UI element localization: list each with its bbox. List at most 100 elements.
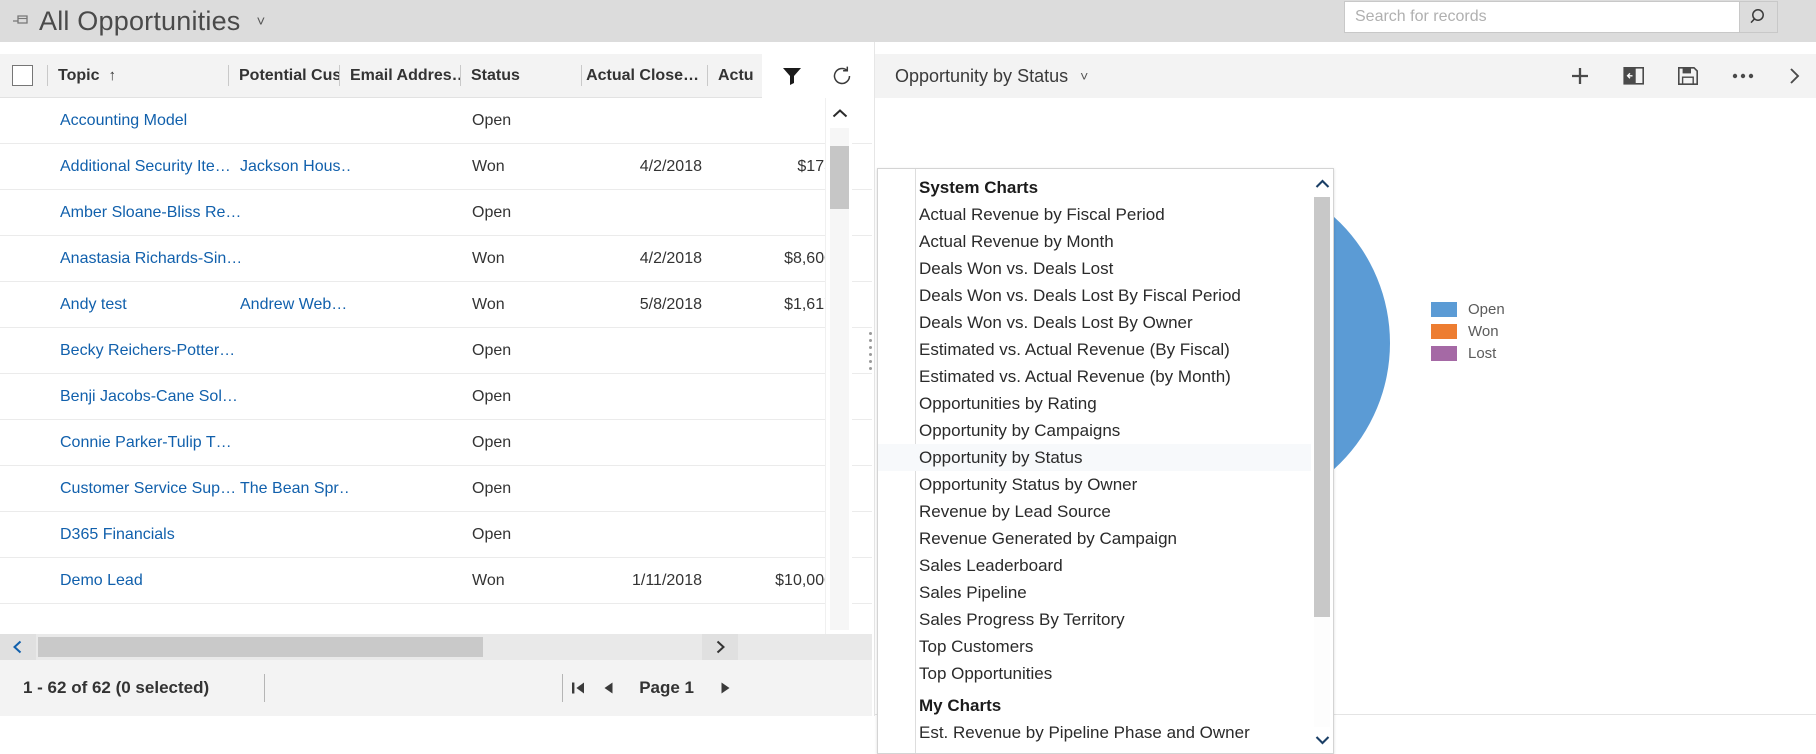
- expand-pane-button[interactable]: [1623, 66, 1645, 86]
- cell-potential-customer[interactable]: Jackson Hous…: [240, 144, 351, 190]
- dropdown-item-opportunity-by-status[interactable]: Opportunity by Status: [878, 444, 1313, 471]
- dropdown-item-deals-won-vs-deals-lost-by-fiscal-period[interactable]: Deals Won vs. Deals Lost By Fiscal Perio…: [878, 282, 1313, 309]
- dropdown-item-sales-pipeline[interactable]: Sales Pipeline: [878, 579, 1313, 606]
- cell-topic[interactable]: Additional Security Ite…: [47, 144, 240, 190]
- table-row[interactable]: Anastasia Richards-Sin… Won 4/2/2018 $8,600: [0, 236, 872, 282]
- dropdown-item-top-opportunities[interactable]: Top Opportunities: [878, 660, 1313, 687]
- scroll-thumb[interactable]: [830, 146, 849, 209]
- cell-potential-customer[interactable]: The Bean Spr…: [240, 466, 351, 512]
- dropdown-item-revenue-by-lead-source[interactable]: Revenue by Lead Source: [878, 498, 1313, 525]
- dropdown-scroll-thumb[interactable]: [1314, 197, 1330, 617]
- cell-topic[interactable]: Customer Service Sup…: [47, 466, 240, 512]
- search-input[interactable]: [1344, 1, 1740, 33]
- column-header-topic[interactable]: Topic ↑: [48, 54, 228, 98]
- scroll-left-icon[interactable]: [0, 634, 36, 660]
- dropdown-item-opportunities-by-rating[interactable]: Opportunities by Rating: [878, 390, 1313, 417]
- cell-actual-close-date: [593, 512, 719, 558]
- table-row[interactable]: Amber Sloane-Bliss Re… Open: [0, 190, 872, 236]
- dropdown-item-revenue-generated-by-campaign[interactable]: Revenue Generated by Campaign: [878, 525, 1313, 552]
- cell-potential-customer[interactable]: [240, 420, 351, 466]
- dropdown-item-estimated-vs-actual-revenue-by-fiscal[interactable]: Estimated vs. Actual Revenue (By Fiscal): [878, 336, 1313, 363]
- column-header-potential-customer[interactable]: Potential Cus…: [229, 54, 339, 98]
- legend-item[interactable]: Won: [1431, 320, 1505, 342]
- cell-status: Won: [472, 571, 505, 589]
- legend-item[interactable]: Open: [1431, 298, 1505, 320]
- dropdown-item-est-revenue-by-pipeline-phase-and-owner[interactable]: Est. Revenue by Pipeline Phase and Owner: [878, 719, 1313, 746]
- column-header-actual-close-date[interactable]: Actual Close…: [582, 54, 707, 98]
- table-row[interactable]: D365 Financials Open: [0, 512, 872, 558]
- more-commands-button[interactable]: [1731, 71, 1755, 81]
- chevron-down-icon[interactable]: ˅: [1080, 68, 1088, 84]
- cell-potential-customer[interactable]: [240, 98, 351, 144]
- pane-splitter[interactable]: [866, 42, 874, 660]
- cell-topic[interactable]: D365 Financials: [47, 512, 240, 558]
- cell-actual-revenue: [719, 98, 839, 144]
- cell-potential-customer[interactable]: Andrew Web…: [240, 282, 351, 328]
- column-header-status[interactable]: Status: [461, 54, 581, 98]
- dropdown-item-list[interactable]: System Charts Actual Revenue by Fiscal Pe…: [878, 169, 1313, 746]
- previous-page-icon[interactable]: [593, 671, 623, 705]
- first-page-icon[interactable]: [563, 671, 593, 705]
- next-page-icon[interactable]: [710, 671, 740, 705]
- dropdown-item-sales-progress-by-territory[interactable]: Sales Progress By Territory: [878, 606, 1313, 633]
- filter-icon[interactable]: [780, 64, 804, 88]
- chevron-down-icon[interactable]: ˅: [257, 0, 266, 42]
- grid-horizontal-scrollbar[interactable]: [0, 634, 872, 660]
- legend-label: Lost: [1468, 344, 1497, 362]
- chart-selector-label[interactable]: Opportunity by Status: [895, 66, 1068, 87]
- dropdown-item-opportunity-by-campaigns[interactable]: Opportunity by Campaigns: [878, 417, 1313, 444]
- cell-topic[interactable]: Demo Lead: [47, 558, 240, 604]
- select-all-checkbox[interactable]: [12, 65, 33, 86]
- cell-email-address: [351, 328, 472, 374]
- table-row[interactable]: Connie Parker-Tulip T… Open: [0, 420, 872, 466]
- dropdown-scrollbar[interactable]: [1311, 169, 1333, 753]
- dropdown-item-sales-leaderboard[interactable]: Sales Leaderboard: [878, 552, 1313, 579]
- table-row[interactable]: Customer Service Sup… The Bean Spr… Open: [0, 466, 872, 512]
- dropdown-item-top-customers[interactable]: Top Customers: [878, 633, 1313, 660]
- table-row[interactable]: Demo Lead Won 1/11/2018 $10,000: [0, 558, 872, 604]
- table-row[interactable]: Accounting Model Open: [0, 98, 872, 144]
- row-select-checkbox: [0, 420, 47, 466]
- cell-topic[interactable]: Connie Parker-Tulip T…: [47, 420, 240, 466]
- cell-potential-customer[interactable]: [240, 512, 351, 558]
- collapse-pane-button[interactable]: [1787, 66, 1801, 86]
- dropdown-scroll-up-icon[interactable]: [1311, 171, 1333, 197]
- dropdown-item-opportunity-status-by-owner[interactable]: Opportunity Status by Owner: [878, 471, 1313, 498]
- scroll-up-icon[interactable]: [826, 98, 853, 128]
- table-row[interactable]: Additional Security Ite… Jackson Hous… Won…: [0, 144, 872, 190]
- cell-topic[interactable]: Andy test: [47, 282, 240, 328]
- cell-potential-customer[interactable]: [240, 558, 351, 604]
- dropdown-item-actual-revenue-by-fiscal-period[interactable]: Actual Revenue by Fiscal Period: [878, 201, 1313, 228]
- grid-vertical-scrollbar[interactable]: [825, 98, 852, 660]
- table-row[interactable]: Becky Reichers-Potter… Open: [0, 328, 872, 374]
- cell-topic[interactable]: Anastasia Richards-Sin…: [47, 236, 240, 282]
- cell-topic[interactable]: Benji Jacobs-Cane Sol…: [47, 374, 240, 420]
- save-chart-button[interactable]: [1677, 66, 1699, 86]
- chart-selector-dropdown[interactable]: System Charts Actual Revenue by Fiscal Pe…: [877, 168, 1334, 754]
- pin-view-icon[interactable]: [9, 11, 33, 31]
- add-chart-button[interactable]: [1569, 65, 1591, 87]
- dropdown-item-deals-won-vs-deals-lost[interactable]: Deals Won vs. Deals Lost: [878, 255, 1313, 282]
- cell-topic[interactable]: Accounting Model: [47, 98, 240, 144]
- cell-potential-customer[interactable]: [240, 374, 351, 420]
- dropdown-item-actual-revenue-by-month[interactable]: Actual Revenue by Month: [878, 228, 1313, 255]
- cell-topic[interactable]: Amber Sloane-Bliss Re…: [47, 190, 240, 236]
- legend-item[interactable]: Lost: [1431, 342, 1505, 364]
- cell-potential-customer[interactable]: [240, 328, 351, 374]
- cell-potential-customer[interactable]: [240, 236, 351, 282]
- grid-rows-container[interactable]: Accounting Model Open Additional Security …: [0, 98, 872, 660]
- scroll-right-icon[interactable]: [702, 634, 738, 660]
- dropdown-item-deals-won-vs-deals-lost-by-owner[interactable]: Deals Won vs. Deals Lost By Owner: [878, 309, 1313, 336]
- column-header-actual-revenue[interactable]: Actu: [708, 54, 768, 98]
- table-row[interactable]: Benji Jacobs-Cane Sol… Open: [0, 374, 872, 420]
- column-header-email-address[interactable]: Email Addres…: [340, 54, 460, 98]
- refresh-icon[interactable]: [830, 64, 854, 88]
- dropdown-item-estimated-vs-actual-revenue-by-month[interactable]: Estimated vs. Actual Revenue (by Month): [878, 363, 1313, 390]
- horizontal-scroll-thumb[interactable]: [38, 637, 483, 657]
- dropdown-scroll-down-icon[interactable]: [1311, 727, 1333, 753]
- cell-topic[interactable]: Becky Reichers-Potter…: [47, 328, 240, 374]
- table-row[interactable]: Andy test Andrew Web… Won 5/8/2018 $1,617: [0, 282, 872, 328]
- cell-potential-customer[interactable]: [240, 190, 351, 236]
- chart-toolbar: [1569, 54, 1801, 98]
- search-icon[interactable]: [1740, 1, 1778, 33]
